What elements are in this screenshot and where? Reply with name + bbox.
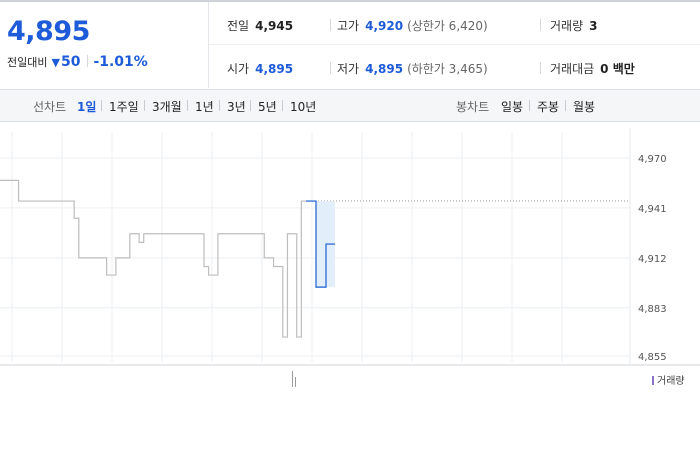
volume-legend: 거래량 bbox=[652, 372, 685, 387]
volume-legend-label: 거래량 bbox=[657, 376, 685, 387]
y-tick-label: 4,970 bbox=[638, 154, 667, 165]
y-tick-label: 4,855 bbox=[638, 352, 667, 363]
volume-legend-swatch bbox=[652, 376, 654, 385]
y-tick-label: 4,941 bbox=[638, 204, 667, 215]
price-chart: 4,970 4,941 4,912 4,883 4,855 bbox=[0, 128, 700, 387]
price-line bbox=[0, 179, 306, 338]
y-tick-label: 4,883 bbox=[638, 304, 667, 315]
volume-bar bbox=[295, 377, 296, 387]
y-tick-label: 4,912 bbox=[638, 254, 667, 265]
volume-bar bbox=[292, 371, 293, 387]
